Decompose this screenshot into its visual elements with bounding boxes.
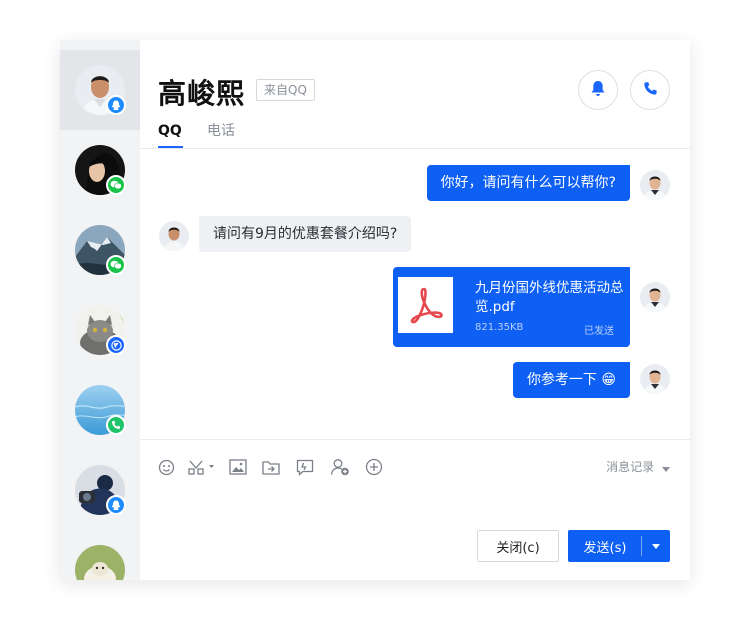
send-button[interactable]: 发送(s) bbox=[568, 530, 670, 562]
pdf-icon bbox=[398, 277, 453, 333]
call-button[interactable] bbox=[630, 70, 670, 110]
caret-down-icon bbox=[662, 461, 670, 475]
globe-badge-icon bbox=[106, 335, 126, 355]
bell-icon bbox=[590, 80, 606, 101]
send-options-caret-icon[interactable] bbox=[642, 530, 670, 562]
folder-transfer-icon[interactable] bbox=[261, 457, 281, 477]
message-text: 你参考一下 bbox=[526, 372, 597, 388]
header-divider bbox=[140, 148, 690, 149]
file-message-card[interactable]: 九月份国外线优惠活动总览.pdf 821.35KB 已发送 bbox=[393, 267, 630, 347]
wechat-badge-icon bbox=[106, 175, 126, 195]
notify-button[interactable] bbox=[578, 70, 618, 110]
qq-badge-icon bbox=[106, 495, 126, 515]
contact-item-7[interactable] bbox=[60, 530, 140, 580]
phone-icon bbox=[643, 81, 658, 100]
agent-avatar bbox=[640, 282, 670, 312]
file-status: 已发送 bbox=[584, 326, 614, 337]
chat-window: 高峻熙 来自QQ QQ 电话 你好，请问有什么可以帮你? 请问有9月的优惠套餐介… bbox=[60, 40, 690, 580]
input-divider bbox=[140, 439, 690, 440]
send-label: 发送(s) bbox=[583, 540, 627, 556]
message-bubble-outgoing: 你参考一下 😁 bbox=[512, 362, 630, 398]
message-bubble-incoming: 请问有9月的优惠套餐介绍吗? bbox=[199, 216, 412, 252]
wechat-badge-icon bbox=[106, 255, 126, 275]
emoji-icon[interactable] bbox=[156, 457, 176, 477]
contact-item-6[interactable] bbox=[60, 450, 140, 530]
phone-badge-icon bbox=[106, 415, 126, 435]
scissors-icon[interactable] bbox=[186, 457, 218, 477]
feedback-icon[interactable] bbox=[295, 457, 315, 477]
qq-badge-icon bbox=[106, 95, 126, 115]
tab-qq[interactable]: QQ bbox=[158, 122, 182, 140]
agent-avatar bbox=[640, 364, 670, 394]
message-history-link[interactable]: 消息记录 bbox=[606, 458, 670, 475]
contact-item-4[interactable] bbox=[60, 290, 140, 370]
contact-item-5[interactable] bbox=[60, 370, 140, 450]
contact-item-2[interactable] bbox=[60, 130, 140, 210]
customer-avatar bbox=[159, 221, 189, 251]
chat-panel: 高峻熙 来自QQ QQ 电话 你好，请问有什么可以帮你? 请问有9月的优惠套餐介… bbox=[140, 40, 690, 580]
message-bubble-outgoing: 你好，请问有什么可以帮你? bbox=[426, 165, 630, 201]
contact-item-1[interactable] bbox=[60, 50, 140, 130]
plus-circle-icon[interactable] bbox=[364, 457, 384, 477]
grin-emoji-icon: 😁 bbox=[601, 372, 616, 388]
contact-name: 高峻熙 bbox=[158, 77, 246, 110]
history-label: 消息记录 bbox=[606, 460, 655, 474]
contact-sidebar bbox=[60, 40, 140, 580]
close-button[interactable]: 关闭(c) bbox=[477, 530, 559, 562]
tab-phone[interactable]: 电话 bbox=[207, 122, 235, 140]
file-size: 821.35KB bbox=[475, 322, 524, 333]
agent-avatar bbox=[640, 170, 670, 200]
contact-item-3[interactable] bbox=[60, 210, 140, 290]
image-icon[interactable] bbox=[228, 457, 248, 477]
add-contact-icon[interactable] bbox=[330, 457, 350, 477]
file-name: 九月份国外线优惠活动总览.pdf bbox=[475, 280, 624, 315]
avatar bbox=[75, 545, 125, 580]
source-tag: 来自QQ bbox=[256, 79, 315, 101]
